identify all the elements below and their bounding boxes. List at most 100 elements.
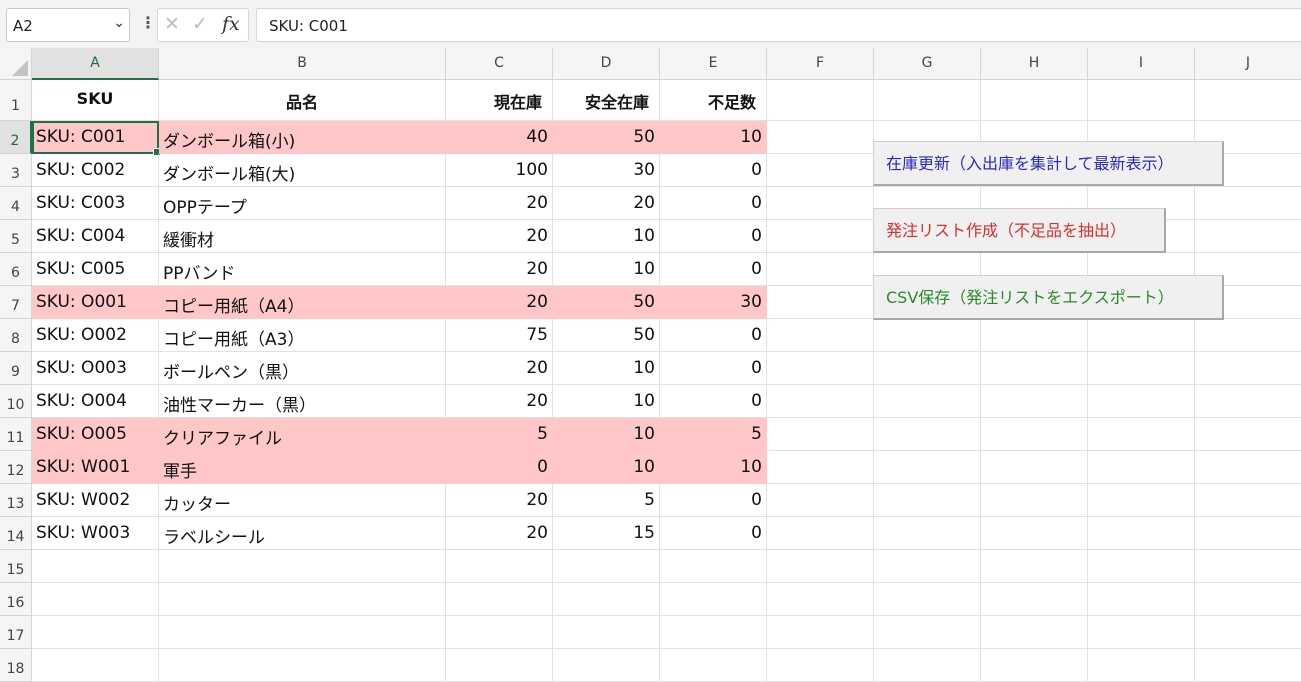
cell-a5[interactable]: SKU: C004 bbox=[32, 220, 159, 253]
cell-f11[interactable] bbox=[767, 418, 874, 451]
cell-e14[interactable]: 0 bbox=[660, 517, 767, 550]
column-header-j[interactable]: J bbox=[1195, 48, 1301, 80]
row-header-7[interactable]: 7 bbox=[0, 286, 32, 319]
cell-i15[interactable] bbox=[1088, 550, 1195, 583]
cell-h12[interactable] bbox=[981, 451, 1088, 484]
cell-f4[interactable] bbox=[767, 187, 874, 220]
cell-b7[interactable]: コピー用紙（A4） bbox=[159, 286, 446, 319]
chevron-down-icon[interactable]: ⌄ bbox=[113, 15, 125, 31]
cell-b12[interactable]: 軍手 bbox=[159, 451, 446, 484]
confirm-icon[interactable]: ✓ bbox=[192, 13, 208, 35]
cell-g9[interactable] bbox=[874, 352, 981, 385]
cell-c12[interactable]: 0 bbox=[446, 451, 553, 484]
cell-i13[interactable] bbox=[1088, 484, 1195, 517]
cell-a18[interactable] bbox=[32, 649, 159, 682]
cell-e5[interactable]: 0 bbox=[660, 220, 767, 253]
cell-f3[interactable] bbox=[767, 154, 874, 187]
row-header-10[interactable]: 10 bbox=[0, 385, 32, 418]
more-options-icon[interactable]: ⋮ bbox=[140, 13, 156, 32]
cell-f13[interactable] bbox=[767, 484, 874, 517]
cell-c1[interactable]: 現在庫 bbox=[446, 80, 553, 121]
cell-g1[interactable] bbox=[874, 80, 981, 121]
cell-f8[interactable] bbox=[767, 319, 874, 352]
cell-c18[interactable] bbox=[446, 649, 553, 682]
cell-b9[interactable]: ボールペン（黒） bbox=[159, 352, 446, 385]
cell-c15[interactable] bbox=[446, 550, 553, 583]
cell-d5[interactable]: 10 bbox=[553, 220, 660, 253]
cell-e3[interactable]: 0 bbox=[660, 154, 767, 187]
cell-f12[interactable] bbox=[767, 451, 874, 484]
cell-h15[interactable] bbox=[981, 550, 1088, 583]
cell-h17[interactable] bbox=[981, 616, 1088, 649]
cell-c4[interactable]: 20 bbox=[446, 187, 553, 220]
cell-j18[interactable] bbox=[1195, 649, 1301, 682]
row-header-13[interactable]: 13 bbox=[0, 484, 32, 517]
row-header-2[interactable]: 2 bbox=[0, 121, 32, 154]
cell-c7[interactable]: 20 bbox=[446, 286, 553, 319]
cell-i10[interactable] bbox=[1088, 385, 1195, 418]
cell-a7[interactable]: SKU: O001 bbox=[32, 286, 159, 319]
cell-g11[interactable] bbox=[874, 418, 981, 451]
cell-e15[interactable] bbox=[660, 550, 767, 583]
cell-e2[interactable]: 10 bbox=[660, 121, 767, 154]
cell-a13[interactable]: SKU: W002 bbox=[32, 484, 159, 517]
cell-f2[interactable] bbox=[767, 121, 874, 154]
cell-c16[interactable] bbox=[446, 583, 553, 616]
cell-g8[interactable] bbox=[874, 319, 981, 352]
cell-g10[interactable] bbox=[874, 385, 981, 418]
cell-i9[interactable] bbox=[1088, 352, 1195, 385]
cell-i16[interactable] bbox=[1088, 583, 1195, 616]
cell-d3[interactable]: 30 bbox=[553, 154, 660, 187]
cell-e16[interactable] bbox=[660, 583, 767, 616]
cell-j8[interactable] bbox=[1195, 319, 1301, 352]
create-order-list-button[interactable]: 発注リスト作成（不足品を抽出） bbox=[873, 208, 1166, 253]
cell-c6[interactable]: 20 bbox=[446, 253, 553, 286]
cell-j9[interactable] bbox=[1195, 352, 1301, 385]
cell-f6[interactable] bbox=[767, 253, 874, 286]
cell-c3[interactable]: 100 bbox=[446, 154, 553, 187]
column-header-f[interactable]: F bbox=[767, 48, 874, 80]
cell-c13[interactable]: 20 bbox=[446, 484, 553, 517]
row-header-4[interactable]: 4 bbox=[0, 187, 32, 220]
cell-e1[interactable]: 不足数 bbox=[660, 80, 767, 121]
cell-f14[interactable] bbox=[767, 517, 874, 550]
cell-b18[interactable] bbox=[159, 649, 446, 682]
cell-b10[interactable]: 油性マーカー（黒） bbox=[159, 385, 446, 418]
row-header-12[interactable]: 12 bbox=[0, 451, 32, 484]
cell-a9[interactable]: SKU: O003 bbox=[32, 352, 159, 385]
cell-f10[interactable] bbox=[767, 385, 874, 418]
cell-a10[interactable]: SKU: O004 bbox=[32, 385, 159, 418]
cell-b1[interactable]: 品名 bbox=[159, 80, 446, 121]
cell-c11[interactable]: 5 bbox=[446, 418, 553, 451]
cell-e4[interactable]: 0 bbox=[660, 187, 767, 220]
cell-b5[interactable]: 緩衝材 bbox=[159, 220, 446, 253]
row-header-15[interactable]: 15 bbox=[0, 550, 32, 583]
cell-a4[interactable]: SKU: C003 bbox=[32, 187, 159, 220]
cell-a16[interactable] bbox=[32, 583, 159, 616]
cell-h8[interactable] bbox=[981, 319, 1088, 352]
cell-b11[interactable]: クリアファイル bbox=[159, 418, 446, 451]
cell-h9[interactable] bbox=[981, 352, 1088, 385]
cell-d14[interactable]: 15 bbox=[553, 517, 660, 550]
row-header-3[interactable]: 3 bbox=[0, 154, 32, 187]
cell-b6[interactable]: PPバンド bbox=[159, 253, 446, 286]
cell-j1[interactable] bbox=[1195, 80, 1301, 121]
cell-h16[interactable] bbox=[981, 583, 1088, 616]
cell-g13[interactable] bbox=[874, 484, 981, 517]
cell-f15[interactable] bbox=[767, 550, 874, 583]
cell-c17[interactable] bbox=[446, 616, 553, 649]
cell-b17[interactable] bbox=[159, 616, 446, 649]
cell-f9[interactable] bbox=[767, 352, 874, 385]
cell-a11[interactable]: SKU: O005 bbox=[32, 418, 159, 451]
cell-e18[interactable] bbox=[660, 649, 767, 682]
row-header-17[interactable]: 17 bbox=[0, 616, 32, 649]
row-header-14[interactable]: 14 bbox=[0, 517, 32, 550]
cell-d4[interactable]: 20 bbox=[553, 187, 660, 220]
save-csv-button[interactable]: CSV保存（発注リストをエクスポート） bbox=[873, 275, 1224, 320]
column-header-c[interactable]: C bbox=[446, 48, 553, 80]
cell-b8[interactable]: コピー用紙（A3） bbox=[159, 319, 446, 352]
cell-i14[interactable] bbox=[1088, 517, 1195, 550]
cell-d10[interactable]: 10 bbox=[553, 385, 660, 418]
cell-a17[interactable] bbox=[32, 616, 159, 649]
cell-i8[interactable] bbox=[1088, 319, 1195, 352]
